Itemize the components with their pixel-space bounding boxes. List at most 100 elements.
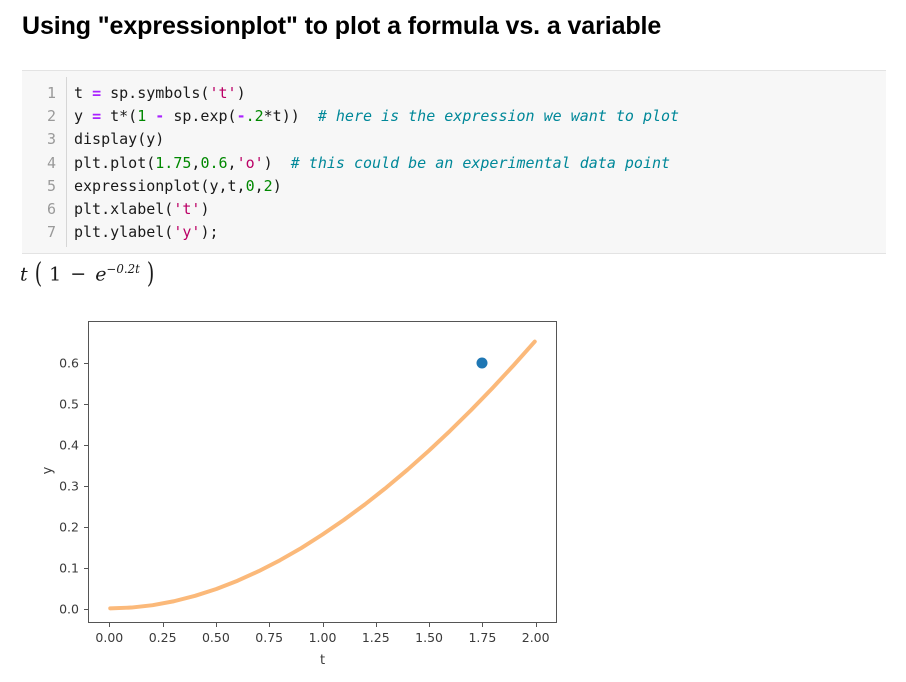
code-token-num: 1 (137, 107, 147, 126)
code-token-plain: display(y) (74, 130, 165, 149)
code-lines: 1t = sp.symbols('t') 2 y = t*(1 - sp.exp(-… (22, 82, 886, 244)
code-token-op: - (155, 107, 165, 126)
x-tick-mark (375, 623, 377, 627)
code-line-text: expressionplot(y,t,0,2) (74, 175, 282, 198)
code-token-cmt: # this could be an experimental data poi… (290, 153, 671, 172)
y-tick-label: 0.1 (59, 560, 79, 576)
x-tick-label: 1.00 (308, 630, 337, 645)
y-tick-label: 0.5 (59, 396, 79, 412)
code-token-num: 0.6 (200, 153, 228, 172)
code-token-plain: t (74, 84, 93, 102)
y-tick-mark (84, 609, 88, 611)
matplotlib-figure: 0.0 0.1 0.2 0.3 0.4 0.5 0.6 0.00 0.25 0.50 0.75 1.… (0, 305, 620, 680)
code-line-number: 6 (46, 199, 56, 218)
code-token-str: 't' (173, 199, 201, 218)
code-token-num: 0 (245, 176, 255, 195)
code-token-plain: ) (263, 153, 291, 172)
y-tick-mark (84, 445, 88, 447)
code-line-text: plt.plot(1.75,0.6,'o') # this could be a… (74, 152, 670, 175)
code-line-number: 3 (46, 130, 56, 149)
x-tick-mark (535, 623, 537, 627)
math-variable-t: t (20, 263, 28, 286)
code-token-plain: t*( (101, 107, 138, 126)
math-output-expression: t ( 1 − e−0.2t ) (20, 258, 155, 290)
code-line-text: display(y) (74, 128, 164, 151)
x-tick-label: 1.50 (415, 630, 443, 645)
x-axis-title: t (319, 653, 326, 668)
code-token-op: = (92, 84, 102, 102)
y-tick-mark (84, 568, 88, 570)
code-token-cmt: # here is the expression we want to plot (317, 107, 680, 126)
code-token-plain: plt.ylabel( (74, 223, 174, 242)
curve-path (108, 339, 537, 611)
x-tick-mark (269, 623, 271, 627)
code-token-plain: ) (236, 84, 246, 102)
y-tick-label: 0.3 (59, 478, 79, 494)
code-line-number: 1 (46, 84, 56, 102)
code-token-plain: , (254, 176, 264, 195)
x-tick-label: 2.00 (521, 630, 550, 645)
code-token-str: 't' (209, 84, 237, 102)
y-tick-mark (84, 363, 88, 365)
y-tick-mark (84, 404, 88, 406)
code-token-op: = (92, 107, 102, 126)
code-line-text: y = t*(1 - sp.exp(-.2*t)) # here is the … (74, 105, 679, 128)
code-token-str: 'o' (236, 153, 264, 172)
x-tick-label: 1.75 (468, 630, 497, 645)
y-tick-mark (84, 527, 88, 529)
code-token-num: 2 (263, 176, 273, 195)
code-line: 2y = t*(1 - sp.exp(-.2*t)) # here is the… (22, 105, 886, 128)
code-token-plain: plt.plot( (74, 153, 156, 172)
code-token-plain: *t)) (263, 107, 318, 126)
code-token-plain: ) (200, 199, 210, 218)
code-token-plain: sp.symbols( (101, 84, 210, 102)
code-token-plain: expressionplot(y,t, (74, 176, 246, 195)
code-token-plain: sp.exp( (164, 107, 237, 126)
code-token-num: .2 (245, 107, 264, 126)
code-line: 6 plt.xlabel('t') (22, 198, 886, 221)
code-block[interactable]: 1t = sp.symbols('t') 2 y = t*(1 - sp.exp(-… (22, 70, 886, 254)
math-one: 1 (49, 263, 62, 286)
x-tick-mark (482, 623, 484, 627)
code-line-number: 5 (46, 176, 56, 195)
page-title: Using "expressionplot" to plot a formula… (22, 12, 662, 40)
math-base-e: e (95, 263, 107, 286)
y-axis-title: y (40, 466, 56, 475)
code-line-number: 2 (46, 107, 56, 126)
code-token-plain: plt.xlabel( (74, 199, 174, 218)
y-tick-label: 0.0 (59, 601, 79, 617)
math-open-paren: ( (34, 258, 43, 291)
x-tick-label: 0.75 (255, 630, 284, 645)
x-tick-mark (429, 623, 431, 627)
y-tick-label: 0.2 (59, 519, 79, 535)
data-point-marker (476, 357, 488, 369)
code-token-num: 1.75 (155, 153, 192, 172)
x-tick-label: 0.00 (95, 630, 124, 645)
code-line: 3 display(y) (22, 128, 886, 151)
code-line-text: plt.xlabel('t') (74, 198, 209, 221)
code-line-text: plt.ylabel('y'); (74, 221, 219, 244)
y-tick-label: 0.4 (59, 437, 79, 453)
code-token-plain: , (227, 153, 237, 172)
code-line: 4 plt.plot(1.75,0.6,'o') # this could be … (22, 152, 886, 175)
x-tick-label: 0.50 (201, 630, 230, 645)
math-minus: − (70, 263, 87, 286)
code-line: 5 expressionplot(y,t,0,2) (22, 175, 886, 198)
code-line-number: 4 (46, 153, 56, 172)
x-tick-mark (162, 623, 164, 627)
x-tick-mark (322, 623, 324, 627)
code-token-plain: ) (272, 176, 282, 195)
x-tick-mark (109, 623, 111, 627)
code-token-plain: y (74, 107, 93, 126)
code-line-number: 7 (46, 223, 56, 242)
code-line-text: t = sp.symbols('t') (74, 82, 246, 105)
x-tick-mark (215, 623, 217, 627)
x-tick-label: 1.25 (361, 630, 390, 645)
code-token-plain: ); (200, 223, 219, 242)
code-line: 1t = sp.symbols('t') (22, 82, 886, 105)
math-exponent: −0.2t (106, 262, 140, 276)
code-line: 7 plt.ylabel('y'); (22, 221, 886, 244)
code-token-str: 'y' (173, 223, 201, 242)
math-close-paren: ) (146, 258, 155, 291)
